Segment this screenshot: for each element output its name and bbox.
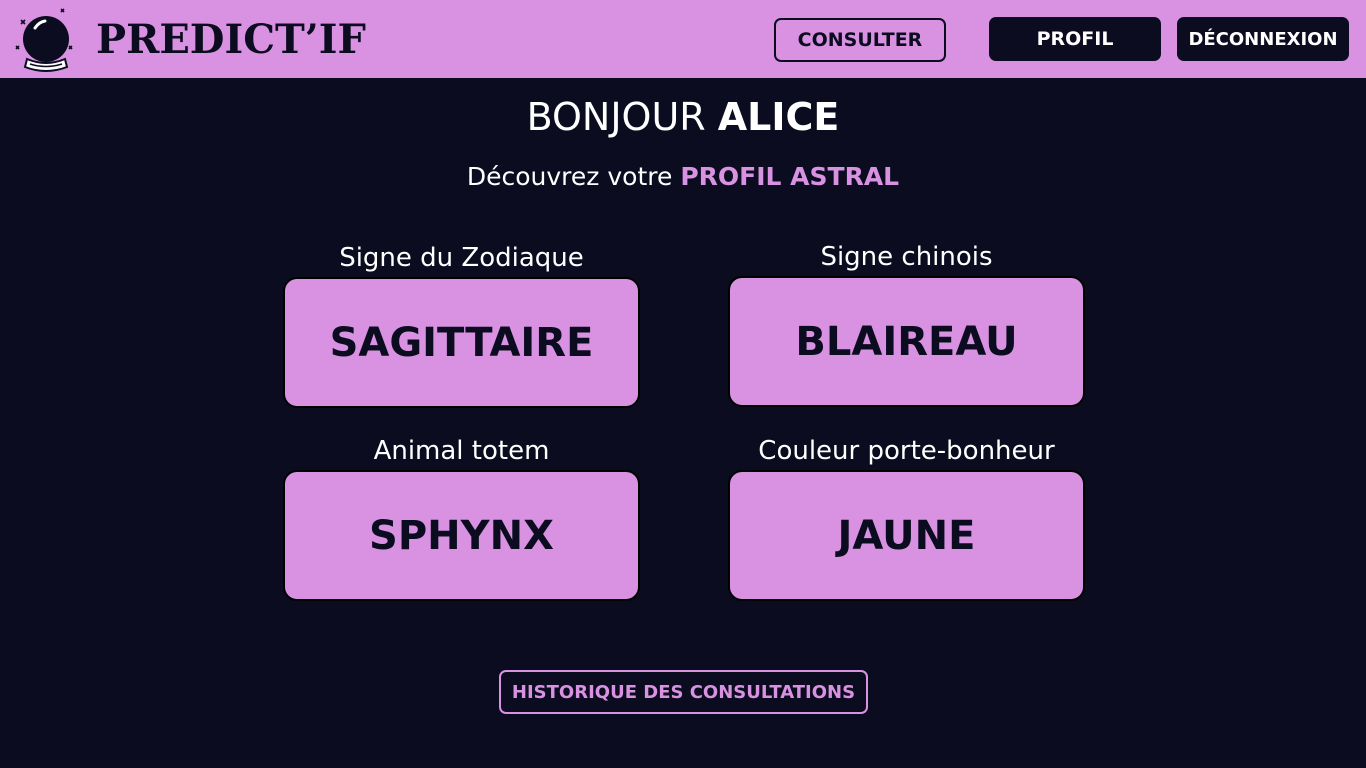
consult-button[interactable]: CONSULTER: [774, 18, 946, 62]
lucky-color-label: Couleur porte-bonheur: [758, 436, 1055, 466]
chinese-sign-card: BLAIREAU: [728, 276, 1085, 407]
subtitle: Découvrez votre PROFIL ASTRAL: [0, 160, 1366, 194]
logout-button[interactable]: DÉCONNEXION: [1177, 17, 1349, 61]
greeting-title: BONJOUR ALICE: [0, 92, 1366, 142]
crystal-ball-icon: [15, 8, 73, 72]
greeting-prefix: BONJOUR: [526, 95, 718, 139]
history-button[interactable]: HISTORIQUE DES CONSULTATIONS: [499, 670, 868, 714]
user-name: ALICE: [717, 95, 840, 139]
zodiac-card: SAGITTAIRE: [283, 277, 640, 408]
chinese-sign-label: Signe chinois: [820, 242, 993, 272]
zodiac-label: Signe du Zodiaque: [339, 243, 584, 273]
top-bar: PREDICT’IF CONSULTER PROFIL DÉCONNEXION: [0, 0, 1366, 78]
totem-animal-label: Animal totem: [373, 436, 550, 466]
lucky-color-card: JAUNE: [728, 470, 1085, 601]
profile-button[interactable]: PROFIL: [989, 17, 1161, 61]
subtitle-accent: PROFIL ASTRAL: [680, 162, 900, 191]
brand-name: PREDICT’IF: [96, 16, 366, 63]
totem-animal-card: SPHYNX: [283, 470, 640, 601]
subtitle-prefix: Découvrez votre: [466, 162, 681, 191]
